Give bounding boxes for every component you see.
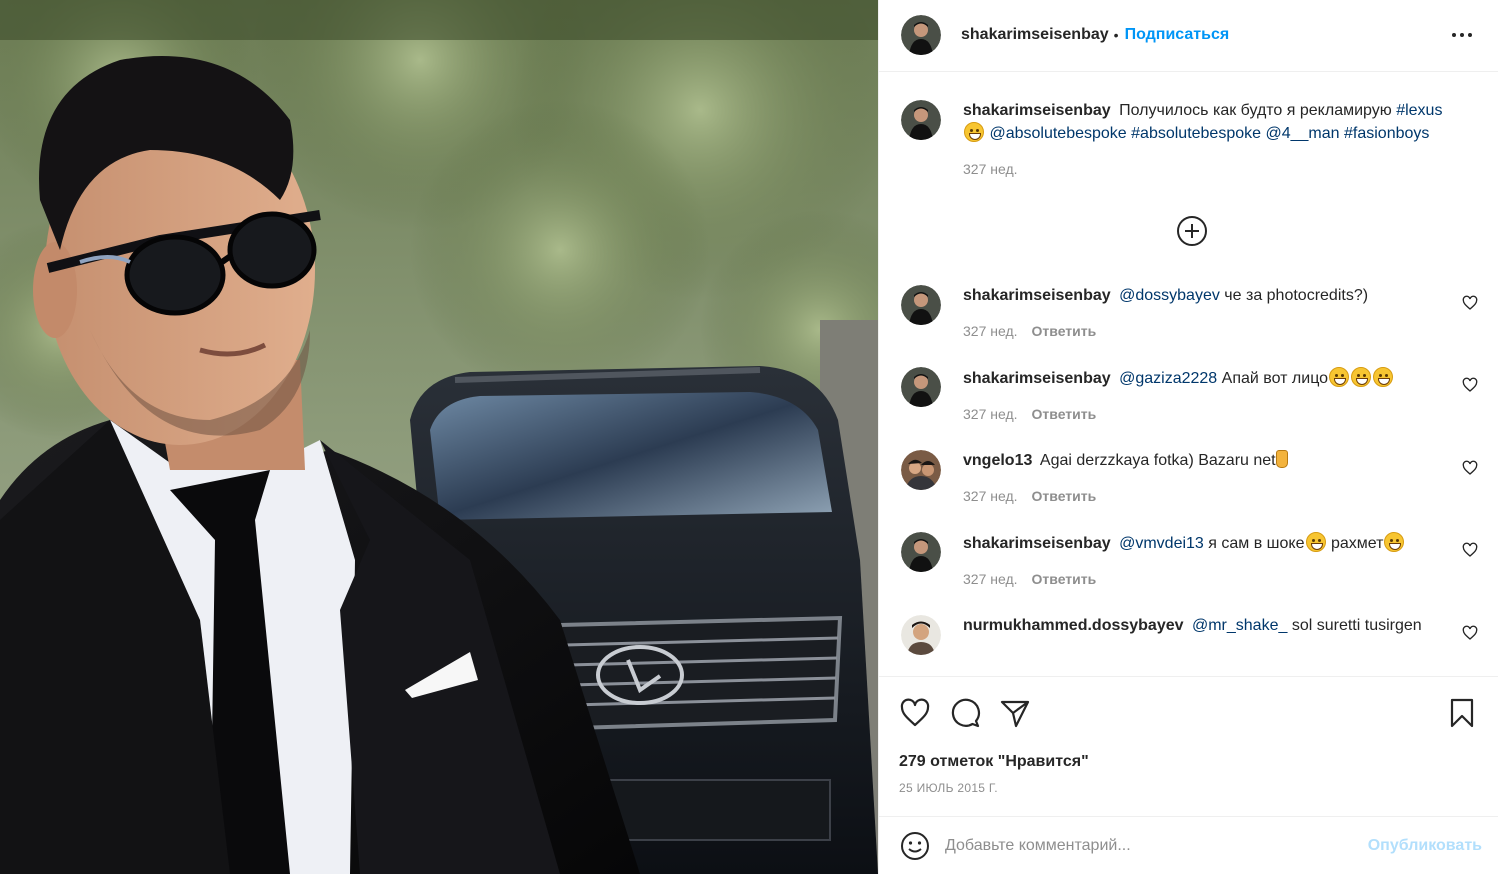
grinning-emoji <box>1329 366 1350 387</box>
winking-emoji <box>1384 531 1405 552</box>
bookmark-icon[interactable] <box>1446 697 1478 729</box>
comment-message-2: рахмет <box>1330 534 1384 552</box>
comment-username[interactable]: shakarimseisenbay <box>963 535 1111 552</box>
load-more-comments-button[interactable] <box>901 215 1482 247</box>
comment-message: sol suretti tusirgen <box>1291 616 1422 634</box>
like-comment-heart-icon[interactable] <box>1462 542 1478 558</box>
comment-body: shakarimseisenbay @vmvdei13 я сам в шоке… <box>963 531 1482 587</box>
comment-mention[interactable]: @gaziza2228 <box>1119 370 1217 387</box>
post-date[interactable]: 25 ИЮЛЬ 2015 Г. <box>879 778 1498 816</box>
comment-text: vngelo13 Agai derzzkaya fotka) Bazaru ne… <box>963 449 1454 472</box>
emoji-smiley-icon[interactable] <box>899 830 931 862</box>
comment-avatar[interactable] <box>901 531 941 572</box>
plus-circle-icon[interactable] <box>1176 215 1208 247</box>
mention-absolutebespoke[interactable]: @absolutebespoke <box>989 125 1126 142</box>
share-paper-plane-icon[interactable] <box>999 697 1031 729</box>
comment-item: shakarimseisenbay @dossybayev че за phot… <box>901 284 1482 339</box>
comment-meta: 327 нед. Ответить <box>963 488 1454 504</box>
reply-button[interactable]: Ответить <box>1032 488 1097 504</box>
grinning-emoji <box>1373 366 1394 387</box>
mention-4-man[interactable]: @4__man <box>1265 125 1339 142</box>
comment-meta: 327 нед. Ответить <box>963 406 1454 422</box>
follow-button[interactable]: Подписаться <box>1125 26 1230 44</box>
like-comment-heart-icon[interactable] <box>1462 377 1478 393</box>
comment-time[interactable]: 327 нед. <box>963 323 1018 339</box>
grinning-emoji <box>1351 366 1372 387</box>
like-comment-heart-icon[interactable] <box>1462 295 1478 311</box>
comment-meta: 327 нед. Ответить <box>963 571 1454 587</box>
comment-body: vngelo13 Agai derzzkaya fotka) Bazaru ne… <box>963 449 1482 504</box>
comment-input[interactable] <box>945 836 1368 855</box>
more-horizontal-icon[interactable] <box>1448 25 1476 45</box>
post-actions <box>879 676 1498 748</box>
comment-body: shakarimseisenbay @dossybayev че за phot… <box>963 285 1482 339</box>
grinning-sweat-emoji <box>964 121 984 142</box>
comment-username[interactable]: nurmukhammed.dossybayev <box>963 617 1184 634</box>
comment-text: shakarimseisenbay @gaziza2228 Апай вот л… <box>963 366 1454 390</box>
comment-message: Апай вот лицо <box>1221 369 1329 387</box>
comment-bubble-icon[interactable] <box>949 697 981 729</box>
comment-avatar[interactable] <box>901 284 941 325</box>
author-avatar[interactable] <box>901 15 941 56</box>
reply-button[interactable]: Ответить <box>1032 323 1097 339</box>
caption-time[interactable]: 327 нед. <box>963 161 1018 177</box>
like-comment-heart-icon[interactable] <box>1462 625 1478 641</box>
hashtag-lexus[interactable]: #lexus <box>1396 102 1442 119</box>
comment-message: че за photocredits?) <box>1224 286 1369 304</box>
tears-of-joy-emoji <box>1305 531 1326 552</box>
comment-composer: Опубликовать <box>879 816 1498 874</box>
comment-text: nurmukhammed.dossybayev @mr_shake_ sol s… <box>963 615 1454 637</box>
comment-username[interactable]: shakarimseisenbay <box>963 370 1111 387</box>
caption: shakarimseisenbay Получилось как будто я… <box>901 99 1482 177</box>
hashtag-absolutebespoke[interactable]: #absolutebespoke <box>1131 125 1261 142</box>
comment-avatar[interactable] <box>901 614 941 655</box>
photo-illustration <box>0 0 878 874</box>
comment-item: shakarimseisenbay @gaziza2228 Апай вот л… <box>901 366 1482 422</box>
comment-avatar[interactable] <box>901 449 941 490</box>
reply-button[interactable]: Ответить <box>1032 571 1097 587</box>
post-header: shakarimseisenbay • Подписаться <box>879 0 1498 72</box>
comment-time[interactable]: 327 нед. <box>963 488 1018 504</box>
comment-text: shakarimseisenbay @vmvdei13 я сам в шоке… <box>963 531 1454 555</box>
likes-count[interactable]: 279 отметок "Нравится" <box>879 748 1498 778</box>
comment-mention[interactable]: @vmvdei13 <box>1119 535 1204 552</box>
comment-text: shakarimseisenbay @dossybayev че за phot… <box>963 285 1454 307</box>
comment-username[interactable]: vngelo13 <box>963 452 1032 469</box>
pointing-hand-emoji <box>1275 449 1288 468</box>
comment-time[interactable]: 327 нед. <box>963 406 1018 422</box>
like-comment-heart-icon[interactable] <box>1462 460 1478 476</box>
comment-username[interactable]: shakarimseisenbay <box>963 287 1111 304</box>
comment-item: shakarimseisenbay @vmvdei13 я сам в шоке… <box>901 531 1482 587</box>
reply-button[interactable]: Ответить <box>1032 406 1097 422</box>
like-heart-icon[interactable] <box>899 697 931 729</box>
comment-message: Agai derzzkaya fotka) Bazaru net <box>1039 451 1276 469</box>
caption-message: Получилось как будто я рекламирую <box>1119 101 1392 119</box>
caption-avatar[interactable] <box>901 99 941 140</box>
hashtag-fasionboys[interactable]: #fasionboys <box>1344 125 1429 142</box>
separator-dot: • <box>1113 27 1119 44</box>
post-photo[interactable] <box>0 0 878 874</box>
instagram-post-view: shakarimseisenbay • Подписаться shakarim… <box>0 0 1498 874</box>
comment-mention[interactable]: @mr_shake_ <box>1192 617 1287 634</box>
publish-button[interactable]: Опубликовать <box>1368 837 1482 855</box>
caption-body: shakarimseisenbay Получилось как будто я… <box>963 100 1482 177</box>
comment-time[interactable]: 327 нед. <box>963 571 1018 587</box>
comment-body: nurmukhammed.dossybayev @mr_shake_ sol s… <box>963 615 1482 637</box>
caption-username[interactable]: shakarimseisenbay <box>963 102 1111 119</box>
post-side-panel: shakarimseisenbay • Подписаться shakarim… <box>878 0 1498 874</box>
comments-list[interactable]: shakarimseisenbay Получилось как будто я… <box>879 72 1498 677</box>
comment-item: vngelo13 Agai derzzkaya fotka) Bazaru ne… <box>901 449 1482 504</box>
comment-item: nurmukhammed.dossybayev @mr_shake_ sol s… <box>901 614 1482 655</box>
comment-message: я сам в шоке <box>1208 534 1305 552</box>
caption-meta: 327 нед. <box>963 161 1454 177</box>
caption-text: shakarimseisenbay Получилось как будто я… <box>963 100 1454 145</box>
author-username[interactable]: shakarimseisenbay <box>961 26 1109 44</box>
comment-meta: 327 нед. Ответить <box>963 323 1454 339</box>
comment-mention[interactable]: @dossybayev <box>1119 287 1220 304</box>
comment-body: shakarimseisenbay @gaziza2228 Апай вот л… <box>963 366 1482 422</box>
comment-avatar[interactable] <box>901 366 941 407</box>
